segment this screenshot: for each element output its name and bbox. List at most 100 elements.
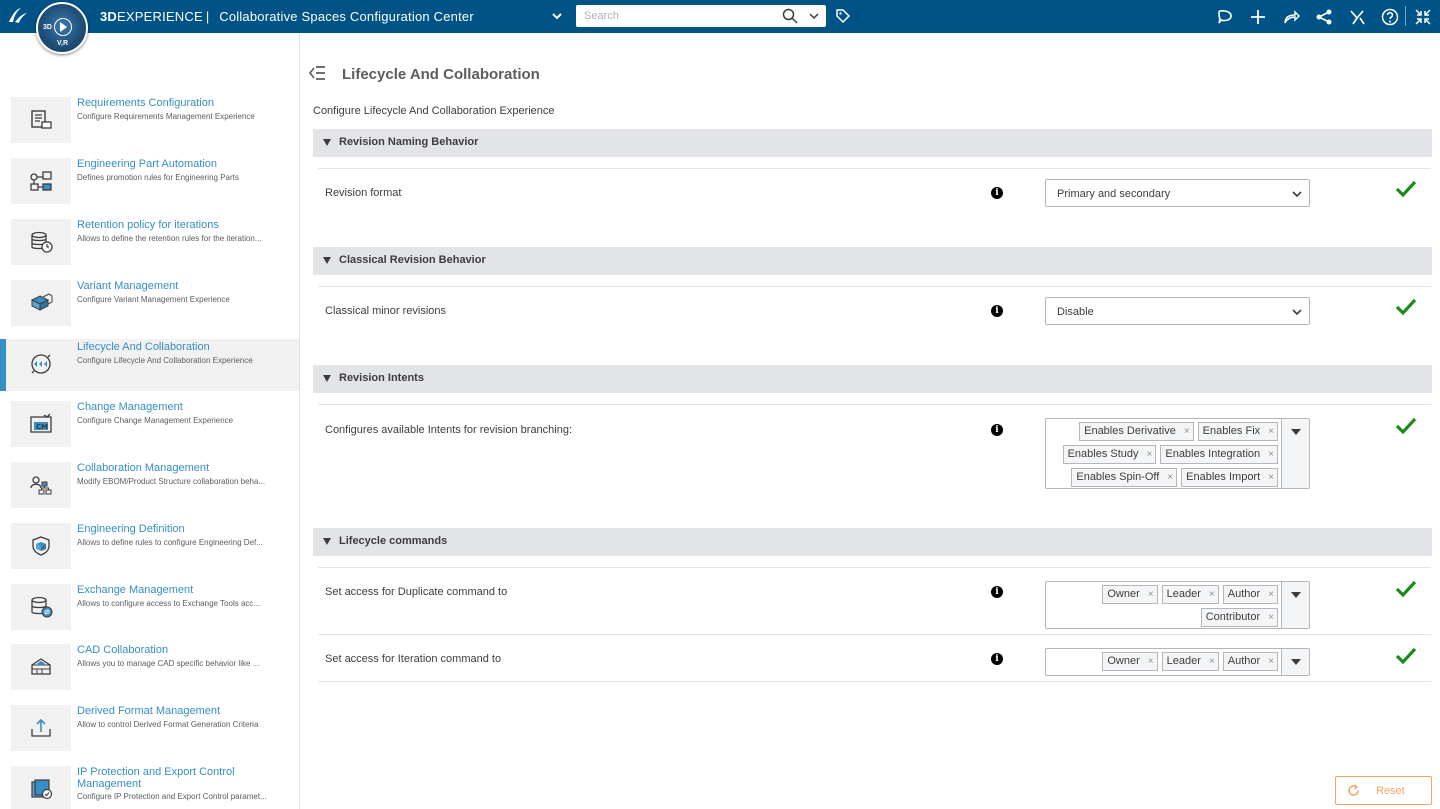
search-dropdown-icon[interactable] (808, 10, 820, 22)
sidebar-item-desc: Configure Lifecycle And Collaboration Ex… (77, 356, 253, 365)
plus-icon[interactable] (1247, 6, 1269, 28)
dropdown-toggle[interactable] (1281, 582, 1309, 628)
info-icon[interactable]: i (991, 187, 1003, 199)
network-share-icon[interactable] (1313, 6, 1335, 28)
tag-icon[interactable] (835, 8, 851, 24)
collapse-triangle-icon[interactable] (323, 375, 331, 382)
section-label: Classical Revision Behavior (339, 254, 486, 266)
tag-author: Author × (1222, 585, 1278, 604)
tag-remove-icon[interactable]: × (1268, 655, 1274, 669)
iteration-access-multiselect[interactable]: Owner × Leader × Author × (1045, 648, 1310, 676)
main-panel: Lifecycle And Collaboration Configure Li… (301, 33, 1440, 809)
reset-button[interactable]: Reset (1335, 776, 1432, 805)
sidebar-item-exchange-management[interactable]: Exchange Management Allows to configure … (0, 582, 299, 634)
collapse-triangle-icon[interactable] (323, 257, 331, 264)
sidebar-item-desc: Configure Variant Management Experience (77, 295, 230, 304)
tag-remove-icon[interactable]: × (1209, 588, 1215, 602)
tag-remove-icon[interactable]: × (1268, 448, 1274, 462)
section-revision-naming-behavior[interactable]: Revision Naming Behavior (313, 129, 1432, 157)
share-arrow-icon[interactable] (1280, 6, 1302, 28)
section-lifecycle-commands[interactable]: Lifecycle commands (313, 528, 1432, 556)
sidebar-item-title: Requirements Configuration (77, 97, 214, 109)
tag-remove-icon[interactable]: × (1167, 471, 1173, 485)
tag-label: Owner (1107, 588, 1140, 600)
tag-remove-icon[interactable]: × (1268, 425, 1274, 439)
revision-intents-multiselect[interactable]: Enables Derivative × Enables Fix × Enables… (1045, 418, 1310, 489)
info-icon[interactable]: i (991, 653, 1003, 665)
page-description: Configure Lifecycle And Collaboration Ex… (313, 105, 555, 117)
sidebar-item-engineering-part-automation[interactable]: Engineering Part Automation Defines prom… (0, 156, 299, 208)
setting-row-classical-minor-revisions: Classical minor revisions i Disable (318, 286, 1431, 341)
compass-icon[interactable]: 3D V,R (36, 2, 88, 54)
sidebar-item-title: Exchange Management (77, 584, 194, 596)
setting-label: Revision format (325, 187, 402, 199)
tag-label: Enables Import (1186, 471, 1261, 483)
sidebar-item-requirements[interactable]: Requirements Configuration Configure Req… (0, 95, 299, 147)
info-icon[interactable]: i (991, 305, 1003, 317)
sidebar-item-title: CAD Collaboration (77, 644, 169, 656)
setting-label: Classical minor revisions (325, 305, 447, 317)
sidebar-item-collaboration-management[interactable]: Collaboration Management Modify EBOM/Pro… (0, 460, 299, 512)
tag-remove-icon[interactable]: × (1268, 611, 1274, 625)
chevron-down-icon (1292, 191, 1302, 198)
tag-remove-icon[interactable]: × (1148, 655, 1154, 669)
setting-row-revision-intents: Configures available Intents for revisio… (318, 404, 1431, 504)
compass-vr-label: V,R (57, 40, 69, 47)
dropdown-toggle[interactable] (1281, 649, 1309, 675)
ds-logo-icon[interactable] (6, 5, 30, 27)
sidebar-item-retention-policy[interactable]: Retention policy for iterations Allows t… (0, 217, 299, 269)
setting-row-iteration-command: Set access for Iteration command to i Ow… (318, 634, 1431, 682)
sidebar-item-lifecycle-and-collaboration[interactable]: Lifecycle And Collaboration Configure Li… (0, 339, 299, 391)
sidebar-item-title: Engineering Part Automation (77, 158, 218, 170)
variant-icon (11, 280, 71, 326)
retention-icon (11, 219, 71, 265)
sidebar-item-derived-format-management[interactable]: Derived Format Management Allow to contr… (0, 703, 299, 755)
fullscreen-icon[interactable] (1412, 6, 1434, 28)
tag-remove-icon[interactable]: × (1147, 448, 1153, 462)
check-icon (1395, 180, 1417, 198)
classical-minor-revisions-select[interactable]: Disable (1045, 297, 1310, 325)
top-actions (1214, 6, 1434, 28)
sidebar-item-desc: Defines promotion rules for Engineering … (77, 173, 239, 182)
tag-remove-icon[interactable]: × (1184, 425, 1190, 439)
collapse-triangle-icon[interactable] (323, 139, 331, 146)
info-icon[interactable]: i (991, 424, 1003, 436)
help-icon[interactable] (1379, 6, 1401, 28)
sidebar-item-title: Change Management (77, 401, 183, 413)
tag-remove-icon[interactable]: × (1209, 655, 1215, 669)
sidebar-item-desc: Configure Change Management Experience (77, 416, 234, 425)
duplicate-access-multiselect[interactable]: Owner × Leader × Author × Contributor × (1045, 581, 1310, 629)
tag-remove-icon[interactable]: × (1268, 588, 1274, 602)
tools-icon[interactable] (1346, 6, 1368, 28)
tag-remove-icon[interactable]: × (1148, 588, 1154, 602)
select-value: Primary and secondary (1057, 188, 1171, 200)
tag-remove-icon[interactable]: × (1268, 471, 1274, 485)
selected-tags: Owner × Leader × Author × (1050, 652, 1278, 675)
sidebar-item-cad-collaboration[interactable]: CAD Collaboration Allows you to manage C… (0, 642, 299, 694)
check-icon (1395, 298, 1417, 316)
revision-format-select[interactable]: Primary and secondary (1045, 179, 1310, 207)
section-revision-intents[interactable]: Revision Intents (313, 365, 1432, 393)
chevron-down-icon[interactable] (550, 9, 564, 23)
sidebar-item-variant-management[interactable]: Variant Management Configure Variant Man… (0, 278, 299, 330)
search-input[interactable]: Search (576, 5, 826, 27)
part-automation-icon (11, 158, 71, 204)
sidebar-item-engineering-definition[interactable]: Engineering Definition Allows to define … (0, 521, 299, 573)
app-title: Collaborative Spaces Configuration Cente… (219, 9, 474, 24)
page-title: Lifecycle And Collaboration (342, 66, 540, 83)
collapse-triangle-icon[interactable] (323, 538, 331, 545)
check-icon (1395, 647, 1417, 665)
search-icon[interactable] (782, 8, 798, 24)
lifecycle-icon (11, 341, 71, 387)
sidebar-item-ip-protection[interactable]: IP Protection and Export Control Managem… (0, 764, 299, 809)
sidebar-item-change-management[interactable]: CM Change Management Configure Change Ma… (0, 399, 299, 451)
setting-label: Set access for Duplicate command to (325, 586, 508, 598)
sidebar-item-title: Engineering Definition (77, 523, 185, 535)
collapse-sidebar-icon[interactable] (308, 65, 326, 81)
section-classical-revision-behavior[interactable]: Classical Revision Behavior (313, 247, 1432, 275)
search-placeholder: Search (584, 10, 619, 22)
sidebar-item-desc: Allow to control Derived Format Generati… (77, 720, 259, 729)
chat-icon[interactable] (1214, 6, 1236, 28)
info-icon[interactable]: i (991, 586, 1003, 598)
dropdown-toggle[interactable] (1281, 419, 1309, 488)
